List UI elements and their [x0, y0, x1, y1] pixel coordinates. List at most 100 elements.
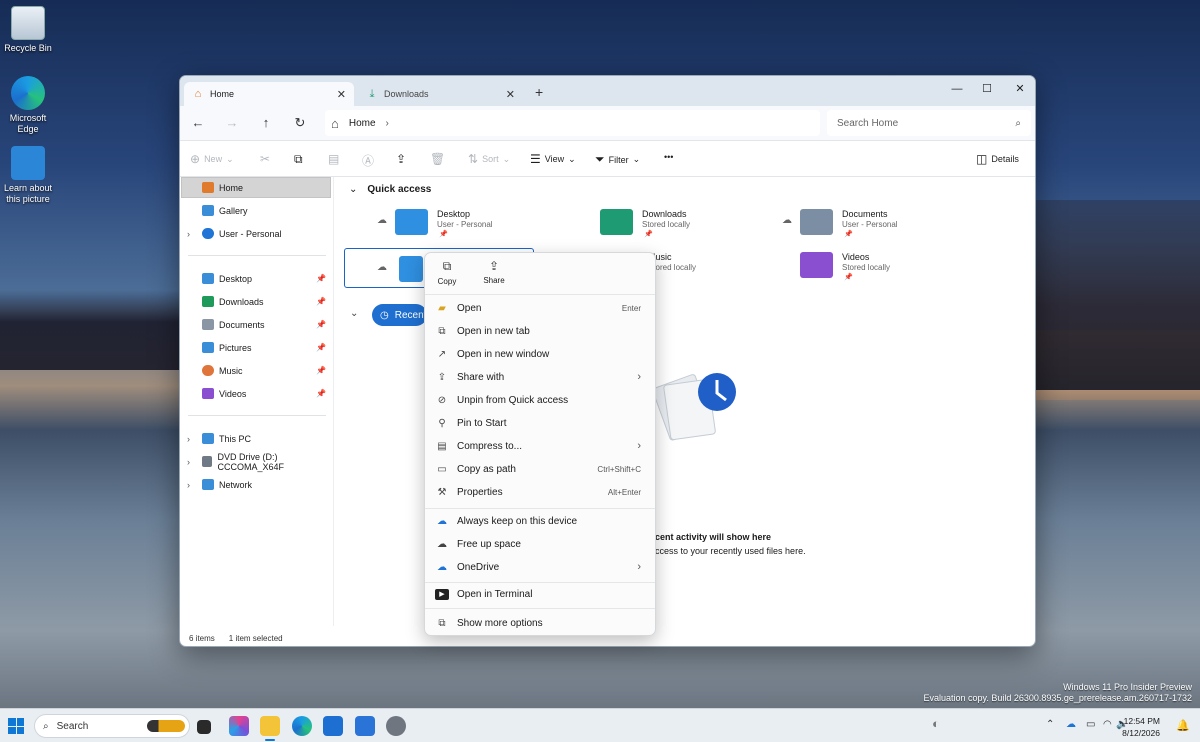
folder-icon [600, 209, 633, 235]
menu-item-copy-as-path[interactable]: ▭ Copy as path Ctrl+Shift+C [431, 459, 651, 479]
menu-item-pin-to-start[interactable]: ⚲ Pin to Start [431, 413, 651, 433]
cut-button[interactable]: ✂ [260, 152, 270, 166]
sidebar-item-gallery[interactable]: Gallery [186, 200, 330, 221]
start-button[interactable] [8, 718, 24, 734]
sidebar-item-pictures[interactable]: Pictures 📌 [186, 337, 330, 358]
new-label: New [204, 154, 223, 164]
menu-item-open-terminal[interactable]: ▶ Open in Terminal [431, 584, 651, 604]
desktop-icon-recycle-bin[interactable]: Recycle Bin [0, 6, 56, 54]
file-explorer-icon[interactable] [260, 716, 280, 741]
chevron-down-icon[interactable]: ⌄ [349, 184, 357, 195]
taskbar-search[interactable]: ⌕ Search [34, 714, 190, 738]
folder-videos[interactable]: Videos Stored locally 📌 [780, 250, 970, 290]
m365-copilot-icon[interactable] [229, 716, 249, 736]
menu-item-always-keep[interactable]: ☁ Always keep on this device [431, 511, 651, 531]
sidebar-item-documents[interactable]: Documents 📌 [186, 314, 330, 335]
desktop-icon-learn-picture[interactable]: Learn about this picture [0, 146, 56, 205]
recent-tab-button[interactable]: ◷ Recent [372, 304, 427, 326]
menu-item-label: Copy as path [457, 463, 516, 475]
filter-button[interactable]: ⏷ Filter ⌄ [595, 152, 640, 167]
close-tab-icon[interactable]: ✕ [337, 88, 346, 101]
network-icon[interactable]: ▭ [1086, 719, 1095, 730]
desktop-icon-edge[interactable]: Microsoft Edge [0, 76, 56, 135]
breadcrumb-home[interactable]: Home [349, 118, 376, 129]
sidebar-item-network[interactable]: › Network [186, 474, 330, 495]
chevron-right-icon[interactable]: › [187, 434, 190, 444]
refresh-button[interactable]: ↻ [291, 115, 309, 131]
desktop-icon-label: Microsoft Edge [9, 113, 47, 134]
home-icon [202, 182, 214, 193]
edge-icon[interactable] [292, 716, 312, 736]
menu-item-properties[interactable]: ⚒ Properties Alt+Enter [431, 482, 651, 502]
folder-desktop[interactable]: ☁ Desktop User - Personal 📌 [375, 207, 565, 247]
copilot-tray-icon[interactable]: ◐ [932, 716, 940, 731]
sidebar-item-downloads[interactable]: Downloads 📌 [186, 291, 330, 312]
onedrive-icon[interactable]: ☁ [1066, 719, 1076, 730]
up-button[interactable]: ↑ [257, 115, 275, 130]
sidebar-item-desktop[interactable]: Desktop 📌 [186, 268, 330, 289]
chevron-down-icon[interactable]: ⌄ [350, 308, 358, 319]
pin-icon: 📌 [316, 366, 326, 375]
menu-item-unpin-quick-access[interactable]: ⊘ Unpin from Quick access [431, 390, 651, 410]
copy-button[interactable]: ⧉ [294, 152, 303, 167]
new-button[interactable]: ⊕ New ⌄ [190, 152, 234, 166]
store-icon[interactable] [323, 716, 343, 736]
menu-item-compress-to[interactable]: ▤ Compress to... › [431, 436, 651, 456]
sidebar-item-home[interactable]: Home [181, 177, 331, 198]
menu-item-open[interactable]: ▰ Open Enter [431, 298, 651, 318]
tab-downloads[interactable]: ⤓ Downloads ✕ [358, 82, 523, 106]
videos-icon [202, 388, 214, 399]
outlook-icon[interactable] [355, 716, 375, 736]
menu-item-share-with[interactable]: ⇪ Share with › [431, 367, 651, 387]
filter-icon: ⏷ [595, 152, 605, 166]
paste-button[interactable]: ▤ [328, 152, 339, 166]
new-tab-button[interactable]: + [535, 84, 543, 100]
share-button[interactable]: ⇪ Share [474, 259, 514, 285]
maximize-button[interactable]: ☐ [972, 80, 1002, 98]
sidebar-item-this-pc[interactable]: › This PC [186, 428, 330, 449]
sidebar-item-music[interactable]: Music 📌 [186, 360, 330, 381]
copy-button[interactable]: ⧉ Copy [427, 259, 467, 286]
pin-icon: 📌 [316, 343, 326, 352]
back-button[interactable]: ← [189, 115, 207, 130]
folder-downloads[interactable]: Downloads Stored locally 📌 [580, 207, 770, 247]
more-options-button[interactable]: ••• [664, 152, 673, 162]
menu-item-open-new-window[interactable]: ↗ Open in new window [431, 344, 651, 364]
menu-item-free-up-space[interactable]: ☁ Free up space [431, 534, 651, 554]
pictures-icon [202, 342, 214, 353]
delete-button[interactable]: 🗑 [430, 152, 445, 166]
menu-item-onedrive[interactable]: ☁ OneDrive › [431, 557, 651, 577]
clock[interactable]: 12:54 PM 8/12/2026 [1122, 715, 1160, 739]
sidebar-item-videos[interactable]: Videos 📌 [186, 383, 330, 404]
cloud-icon: ☁ [377, 262, 387, 273]
rename-button[interactable]: Ⓐ [362, 152, 374, 169]
minimize-button[interactable]: — [942, 80, 972, 98]
view-button[interactable]: ☰ View ⌄ [530, 152, 576, 166]
settings-icon[interactable] [386, 716, 406, 736]
sidebar-item-onedrive[interactable]: › User - Personal [186, 223, 330, 244]
terminal-icon: ▶ [435, 588, 449, 600]
close-window-button[interactable]: ✕ [1005, 80, 1035, 98]
wifi-icon[interactable]: ◠ [1103, 719, 1112, 730]
task-view-icon[interactable] [197, 720, 211, 734]
share-icon: ⇪ [488, 259, 500, 273]
chevron-up-icon[interactable]: ⌃ [1046, 719, 1054, 730]
menu-item-show-more-options[interactable]: ⧉ Show more options [431, 613, 651, 633]
address-bar[interactable]: ⌂ Home › [325, 110, 820, 136]
folder-documents[interactable]: ☁ Documents User - Personal 📌 [780, 207, 970, 247]
chevron-right-icon[interactable]: › [187, 480, 190, 490]
chevron-right-icon[interactable]: › [187, 229, 190, 239]
tab-home[interactable]: ⌂ Home ✕ [184, 82, 354, 106]
sort-button[interactable]: ⇅ Sort ⌄ [468, 152, 510, 166]
sidebar-item-dvd-drive[interactable]: › DVD Drive (D:) CCCOMA_X64F [186, 451, 330, 472]
chevron-right-icon[interactable]: › [187, 457, 190, 467]
details-button[interactable]: ◫ Details [976, 152, 1019, 166]
close-tab-icon[interactable]: ✕ [506, 88, 515, 101]
search-input[interactable]: Search Home ⌕ [827, 110, 1031, 136]
chevron-right-icon[interactable]: › [386, 118, 389, 129]
quick-access-header[interactable]: ⌄ Quick access [349, 184, 431, 195]
share-button[interactable]: ⇪ [396, 152, 406, 166]
notification-bell-icon[interactable]: 🔔 [1176, 719, 1190, 732]
forward-button[interactable]: → [223, 115, 241, 130]
menu-item-open-new-tab[interactable]: ⧉ Open in new tab [431, 321, 651, 341]
